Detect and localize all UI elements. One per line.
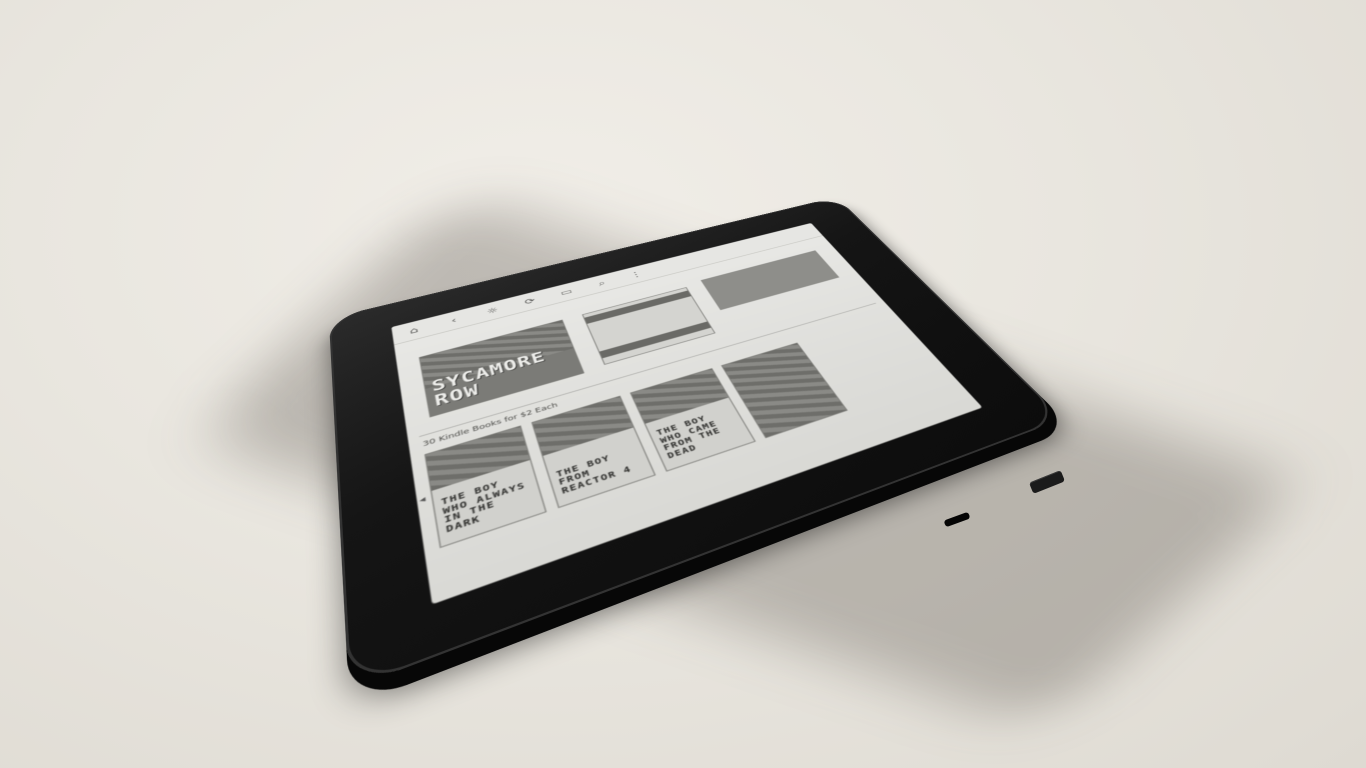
scene: ⌂ ‹ ☼ ⟳ ▭ ⌕ ⋮ SYCAMORE ROW 30 Kindle Boo…	[0, 0, 1366, 768]
search-icon[interactable]: ⌕	[593, 278, 610, 289]
tab-blurred-2[interactable]	[420, 341, 422, 352]
back-icon[interactable]: ‹	[445, 315, 462, 327]
ereader-device: ⌂ ‹ ☼ ⟳ ▭ ⌕ ⋮ SYCAMORE ROW 30 Kindle Boo…	[328, 196, 1064, 690]
book-cover-featured[interactable]: SYCAMORE ROW	[418, 319, 585, 418]
sync-icon[interactable]: ⟳	[521, 296, 538, 307]
library-tabs	[404, 341, 422, 356]
light-icon[interactable]: ☼	[484, 305, 501, 317]
menu-icon[interactable]: ⋮	[628, 269, 645, 280]
cover-band	[599, 321, 712, 359]
book-title: THE BOY FROM REACTOR 4	[555, 453, 633, 496]
book-cover[interactable]: THE BOY WHO ALWAYS IN THE DARK	[424, 425, 547, 549]
device-perspective: ⌂ ‹ ☼ ⟳ ▭ ⌕ ⋮ SYCAMORE ROW 30 Kindle Boo…	[210, 90, 1210, 690]
ereader-screen[interactable]: ⌂ ‹ ☼ ⟳ ▭ ⌕ ⋮ SYCAMORE ROW 30 Kindle Boo…	[391, 222, 983, 605]
tab-blurred-1[interactable]	[404, 345, 407, 356]
book-cover-secondary[interactable]	[581, 287, 716, 365]
store-icon[interactable]: ▭	[558, 287, 575, 298]
scroll-left-icon[interactable]: ◂	[419, 495, 426, 506]
cover-band	[584, 290, 692, 324]
book-cover[interactable]: THE BOY FROM REACTOR 4	[531, 395, 656, 509]
home-icon[interactable]: ⌂	[406, 324, 423, 336]
